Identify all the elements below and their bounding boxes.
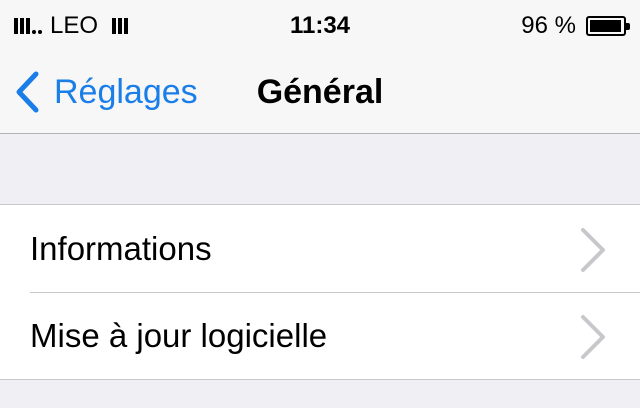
- settings-row-label: Mise à jour logicielle: [30, 317, 328, 354]
- chevron-right-icon: [581, 315, 605, 359]
- battery-fill: [590, 20, 621, 32]
- status-bar: LEO 11:34 96 %: [0, 0, 640, 50]
- chevron-right-icon: [581, 228, 605, 272]
- page-title: Général: [256, 73, 384, 111]
- settings-group: Informations Mise à jour logicielle: [0, 204, 640, 380]
- settings-row-software-update[interactable]: Mise à jour logicielle: [0, 292, 640, 379]
- navigation-bar: Réglages Général: [0, 50, 640, 134]
- battery-percentage: 96 %: [521, 12, 576, 39]
- settings-row-informations[interactable]: Informations: [0, 205, 640, 292]
- battery-icon: [586, 16, 630, 36]
- screen: LEO 11:34 96 % Réglages Général Informat…: [0, 0, 640, 408]
- settings-row-label: Informations: [30, 230, 212, 267]
